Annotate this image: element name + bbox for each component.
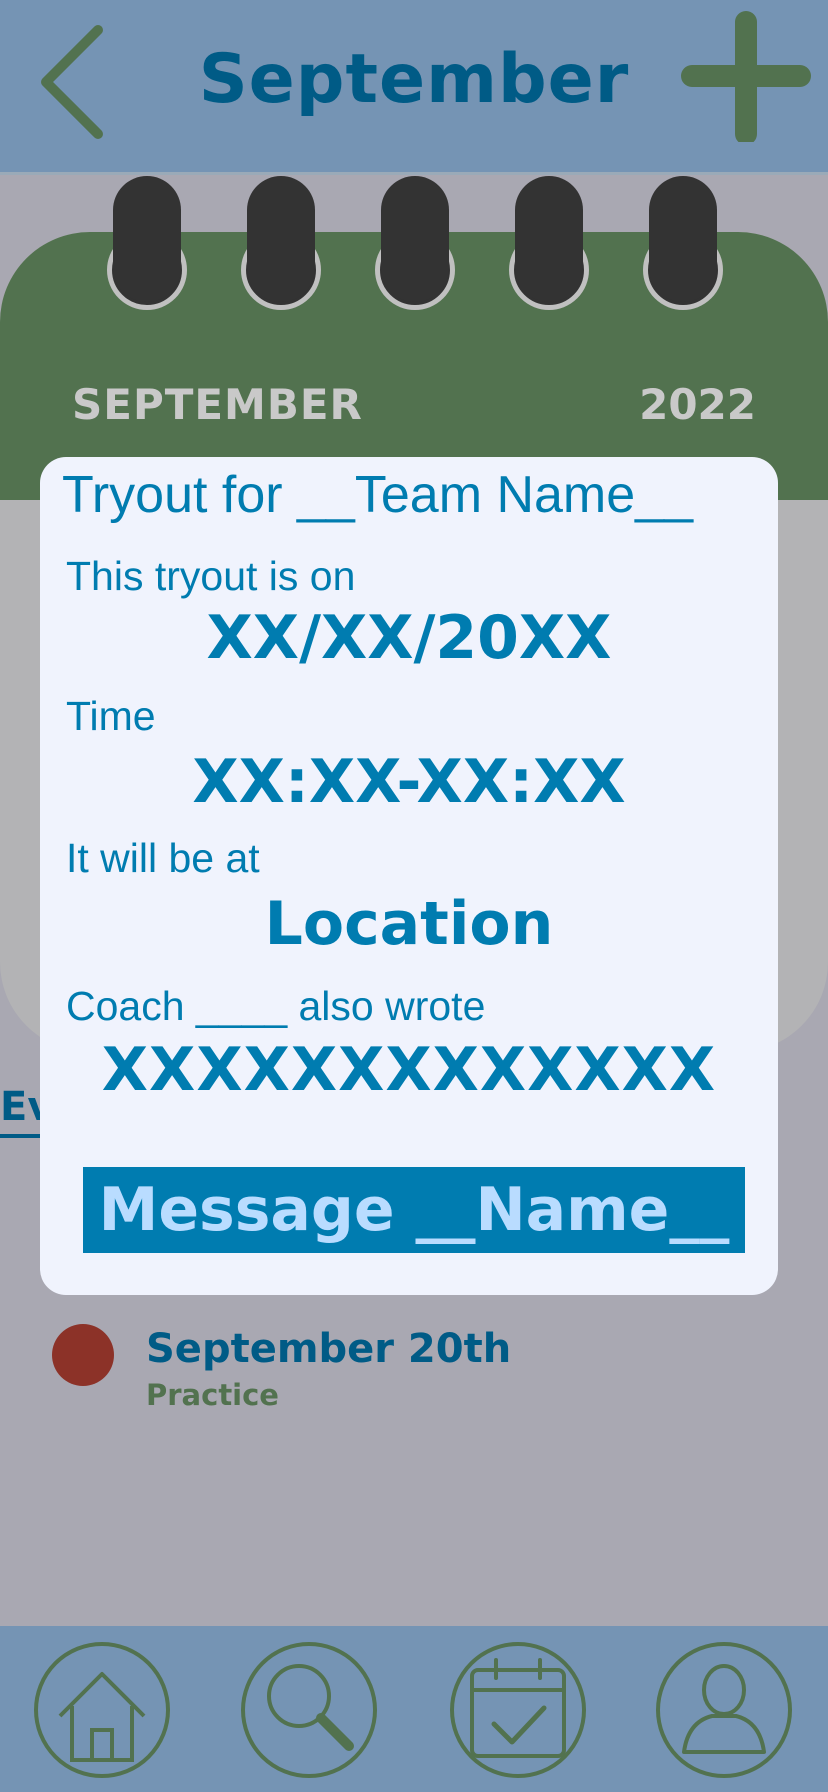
header-divider bbox=[0, 172, 828, 175]
note-label: Coach ____ also wrote bbox=[66, 983, 486, 1029]
search-icon bbox=[267, 1664, 354, 1751]
list-item[interactable]: September 20th Practice bbox=[52, 1322, 652, 1412]
binder-ring bbox=[509, 176, 589, 310]
time-label: Time bbox=[66, 693, 156, 739]
calendar-year: 2022 bbox=[639, 380, 756, 429]
binder-ring bbox=[107, 176, 187, 310]
event-date: September 20th bbox=[146, 1326, 512, 1372]
location-label: It will be at bbox=[66, 835, 260, 881]
binder-ring bbox=[375, 176, 455, 310]
date-value: XX/XX/20XX bbox=[206, 603, 612, 673]
back-button[interactable] bbox=[32, 20, 112, 144]
calendar-month: SEPTEMBER bbox=[72, 380, 363, 429]
nav-profile-button[interactable] bbox=[656, 1642, 792, 1778]
message-button[interactable]: Message __Name__ bbox=[83, 1167, 745, 1253]
chevron-left-icon bbox=[41, 25, 103, 139]
profile-icon bbox=[682, 1664, 766, 1754]
nav-search-button[interactable] bbox=[241, 1642, 377, 1778]
page-title: September bbox=[198, 40, 630, 119]
plus-icon bbox=[681, 11, 811, 145]
calendar-check-icon bbox=[470, 1658, 566, 1758]
add-event-button[interactable] bbox=[680, 10, 812, 145]
binder-ring bbox=[241, 176, 321, 310]
event-dot bbox=[52, 1324, 114, 1386]
note-value: XXXXXXXXXXXXX bbox=[101, 1035, 717, 1105]
top-bar: September bbox=[0, 0, 828, 172]
binder-ring bbox=[643, 176, 723, 310]
tryout-detail-modal: Tryout for __Team Name__ This tryout is … bbox=[40, 457, 778, 1295]
date-label: This tryout is on bbox=[66, 553, 356, 599]
nav-home-button[interactable] bbox=[34, 1642, 170, 1778]
nav-calendar-button[interactable] bbox=[450, 1642, 586, 1778]
modal-title: Tryout for __Team Name__ bbox=[62, 466, 694, 524]
time-value: XX:XX-XX:XX bbox=[192, 747, 626, 817]
events-heading-underline bbox=[0, 1134, 44, 1138]
location-value: Location bbox=[264, 889, 554, 959]
home-icon bbox=[58, 1672, 146, 1762]
event-type: Practice bbox=[146, 1378, 279, 1412]
bottom-nav bbox=[0, 1626, 828, 1792]
